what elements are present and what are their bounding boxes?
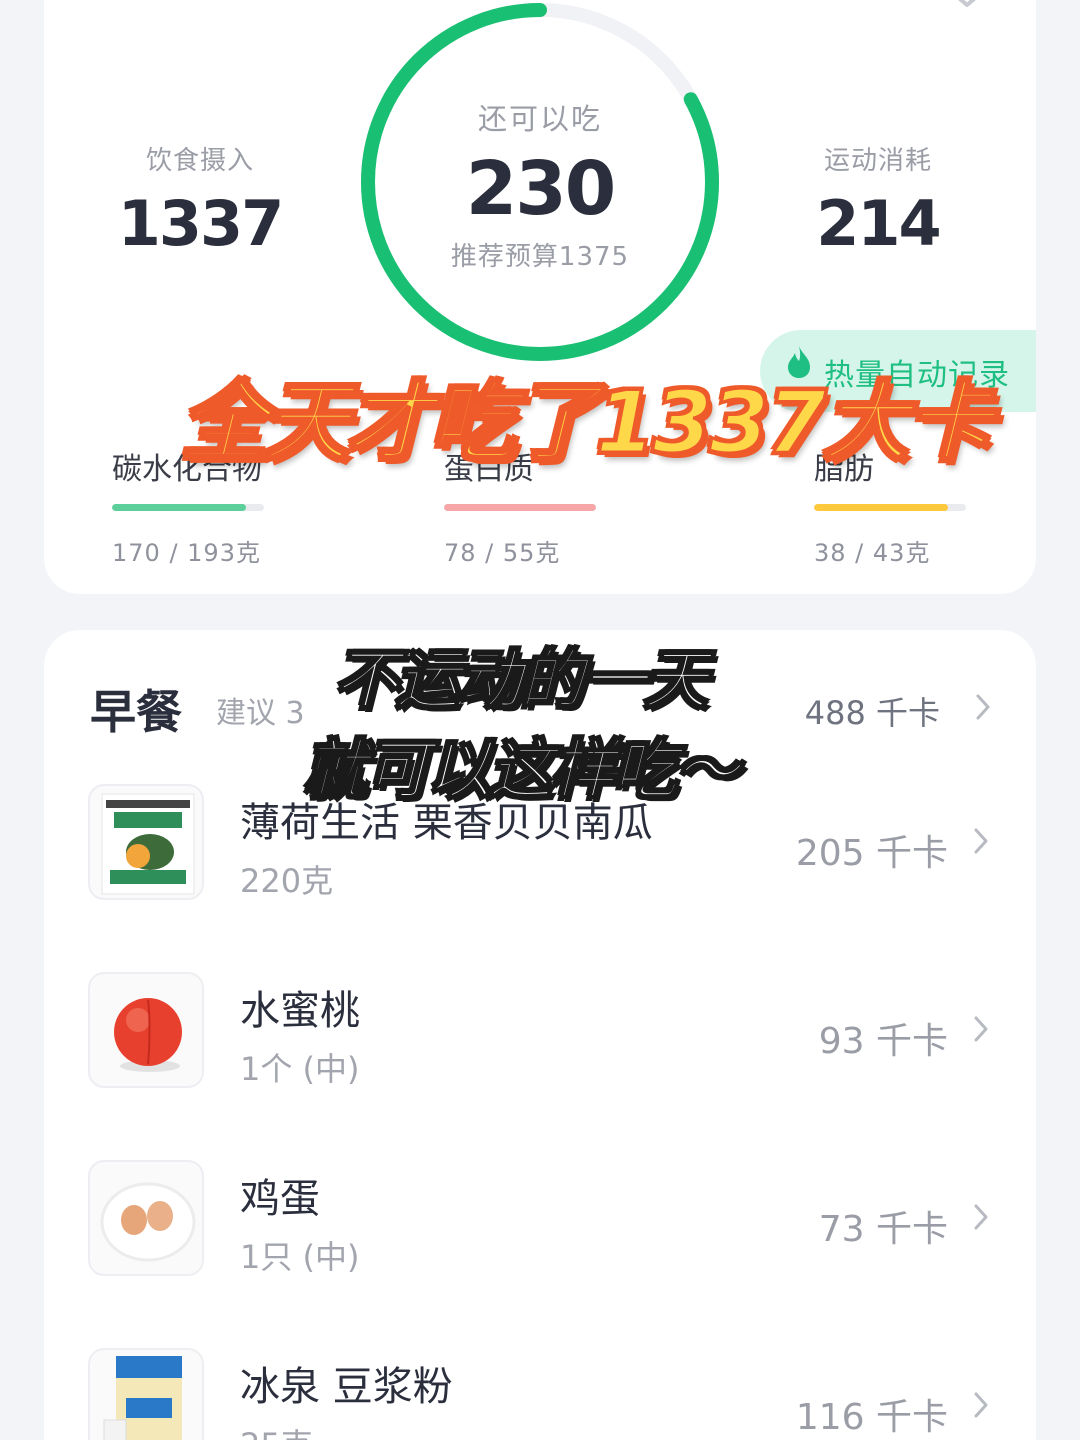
chevron-right-icon <box>974 828 988 854</box>
macro-protein-fill <box>444 504 596 511</box>
food-name: 水蜜桃 <box>240 988 360 1034</box>
macro-carbs-value: 170 / 193克 <box>112 539 261 567</box>
food-item[interactable]: 鸡蛋 1只 (中) 73 千卡 <box>88 1160 998 1280</box>
eggs-icon <box>88 1160 204 1276</box>
macro-fat-value: 38 / 43克 <box>814 539 931 567</box>
food-calories: 116 千卡 <box>795 1397 948 1438</box>
overlay-title-caption: 全天才吃了1337大卡 <box>179 372 993 475</box>
macro-carbs-bar <box>112 504 264 511</box>
food-calories: 93 千卡 <box>818 1021 948 1062</box>
macro-fat-bar <box>814 504 966 511</box>
peach-icon <box>88 972 204 1088</box>
remaining-label: 还可以吃 <box>477 102 602 136</box>
macro-protein-bar <box>444 504 596 511</box>
exercise-value: 214 <box>816 187 941 260</box>
food-item[interactable]: 冰泉 豆浆粉 25克 116 千卡 <box>88 1348 998 1440</box>
intake-stat[interactable]: 饮食摄入 1337 <box>80 140 320 260</box>
remaining-value: 230 <box>465 146 616 232</box>
chevron-right-icon <box>974 1016 988 1042</box>
food-quantity: 25克 <box>240 1420 313 1440</box>
macro-fat-fill <box>814 504 948 511</box>
budget-text: 推荐预算1375 <box>450 242 630 272</box>
food-quantity: 220克 <box>240 862 334 900</box>
chevron-right-icon <box>974 1204 988 1230</box>
macro-carbs-fill <box>112 504 246 511</box>
intake-value: 1337 <box>117 187 285 260</box>
food-name: 薄荷生活 栗香贝贝南瓜 <box>240 800 653 846</box>
chevron-right-icon <box>974 1392 988 1418</box>
meal-total-calories: 488 千卡 <box>804 694 940 732</box>
collapse-chevron-icon[interactable] <box>950 0 984 10</box>
pumpkin-package-icon <box>88 784 204 900</box>
meal-name: 早餐 <box>90 685 182 739</box>
chevron-right-icon <box>976 694 990 720</box>
food-item[interactable]: 薄荷生活 栗香贝贝南瓜 220克 205 千卡 <box>88 784 998 904</box>
food-quantity: 1个 (中) <box>240 1050 360 1088</box>
food-name: 冰泉 豆浆粉 <box>240 1364 453 1410</box>
exercise-label: 运动消耗 <box>823 146 932 176</box>
exercise-stat[interactable]: 运动消耗 214 <box>758 140 998 260</box>
soy-milk-powder-icon <box>88 1348 204 1440</box>
food-item[interactable]: 水蜜桃 1个 (中) 93 千卡 <box>88 972 998 1092</box>
food-calories: 73 千卡 <box>818 1209 948 1250</box>
food-calories: 205 千卡 <box>795 833 948 874</box>
overlay-subtitle-line1: 不运动的一天 <box>333 643 709 719</box>
food-name: 鸡蛋 <box>240 1176 320 1222</box>
food-quantity: 1只 (中) <box>240 1238 360 1276</box>
macro-protein-value: 78 / 55克 <box>444 539 561 567</box>
intake-label: 饮食摄入 <box>145 146 254 176</box>
